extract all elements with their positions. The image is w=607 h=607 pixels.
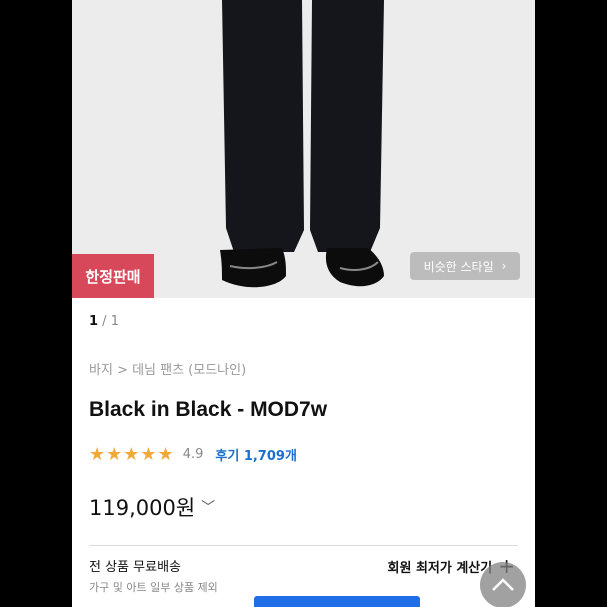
chevron-right-icon: › — [501, 259, 507, 273]
free-shipping-note: 가구 및 아트 일부 상품 제외 — [89, 581, 218, 594]
limited-sale-badge: 한정판매 — [72, 254, 154, 298]
star-rating: ★★★★★ — [89, 444, 175, 465]
rating-score: 4.9 — [182, 447, 204, 462]
divider — [89, 545, 518, 546]
product-photo[interactable]: 한정판매 비슷한 스타일 › — [72, 0, 535, 298]
member-price-calculator-label: 회원 최저가 계산기 — [387, 560, 493, 576]
price-row[interactable]: 119,000원 ﹀ — [89, 492, 215, 522]
price-value: 119,000원 — [89, 496, 196, 520]
chevron-down-icon: ﹀ — [201, 500, 216, 516]
pager-current: 1 — [89, 314, 99, 329]
image-pager: 1 / 1 — [89, 314, 119, 329]
arrow-up-icon — [492, 578, 514, 591]
product-screen: 한정판매 비슷한 스타일 › 1 / 1 바지 > 데님 팬츠 (모드나인) B… — [72, 0, 535, 607]
breadcrumb[interactable]: 바지 > 데님 팬츠 (모드나인) — [89, 359, 246, 378]
scroll-to-top-button[interactable] — [480, 562, 526, 607]
pager-separator: / — [98, 314, 111, 329]
reviews-link[interactable]: 후기 1,709개 — [215, 445, 297, 464]
pager-total: 1 — [110, 314, 119, 329]
buy-button[interactable] — [254, 596, 420, 607]
rating-row: ★★★★★ 4.9 후기 1,709개 — [89, 444, 297, 465]
similar-style-label: 비슷한 스타일 — [423, 259, 494, 274]
free-shipping-title: 전 상품 무료배송 — [89, 560, 181, 575]
product-title: Black in Black - MOD7w — [89, 398, 328, 421]
similar-style-button[interactable]: 비슷한 스타일 › — [410, 252, 520, 280]
